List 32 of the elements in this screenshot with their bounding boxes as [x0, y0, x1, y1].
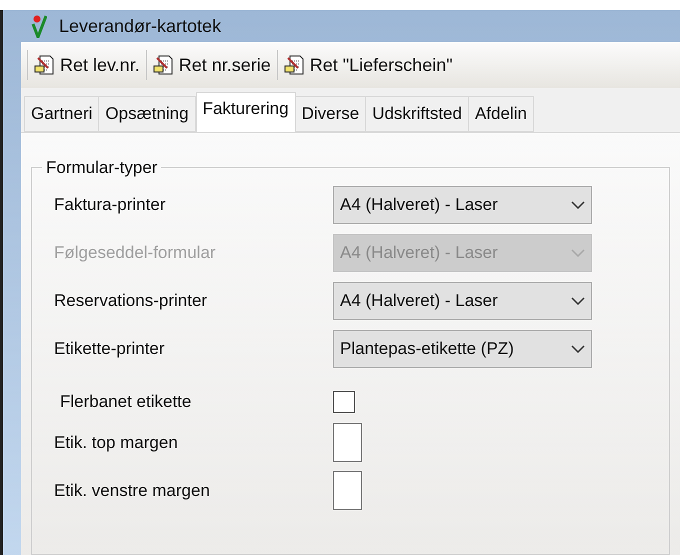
window-title: Leverandør-kartotek — [59, 14, 222, 38]
field-label: Faktura-printer — [54, 194, 166, 214]
tulip-check-icon — [31, 14, 47, 38]
chevron-down-icon — [571, 248, 585, 256]
field-label: Etik. top margen — [54, 432, 178, 452]
dropdown[interactable]: A4 (Halveret) - Laser — [333, 186, 592, 224]
chevron-down-icon — [571, 200, 585, 208]
checkbox[interactable] — [333, 390, 355, 412]
tab[interactable]: Diverse — [294, 96, 366, 132]
group-title: Formular-typer — [45, 157, 158, 179]
field-label: Følgeseddel-formular — [54, 242, 216, 262]
toolbar-button[interactable]: Ret nr.serie — [152, 52, 271, 78]
input-field[interactable] — [333, 423, 362, 462]
field-label: Etikette-printer — [54, 338, 165, 358]
tab[interactable]: Opsætning — [98, 96, 196, 132]
input-field[interactable] — [333, 471, 362, 510]
tab[interactable]: Gartneri — [24, 96, 100, 132]
tab[interactable]: Fakturering — [196, 92, 296, 132]
toolbar-button[interactable]: Ret lev.nr. — [34, 52, 140, 78]
chevron-down-icon — [571, 296, 585, 304]
toolbar-button[interactable]: Ret "Lieferschein" — [284, 52, 453, 78]
field-label: Flerbanet etikette — [59, 392, 192, 410]
tab[interactable]: Udskriftsted — [365, 96, 469, 132]
document-pencil-icon — [284, 54, 306, 76]
field-label: Reservations-printer — [54, 290, 208, 310]
tab[interactable]: Afdelin — [468, 96, 534, 132]
document-pencil-icon — [152, 54, 175, 76]
dropdown[interactable]: Plantepas-etikette (PZ) — [333, 330, 592, 368]
field-label: Etik. venstre margen — [54, 480, 210, 500]
document-pencil-icon — [34, 54, 56, 76]
dropdown[interactable]: A4 (Halveret) - Laser — [333, 282, 592, 320]
chevron-down-icon — [571, 344, 585, 352]
